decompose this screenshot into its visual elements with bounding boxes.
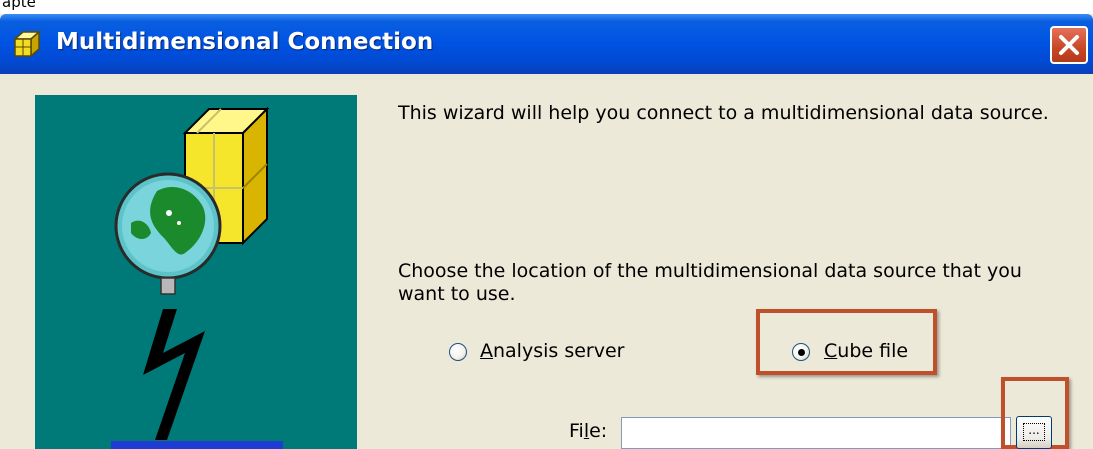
dialog-window: Multidimensional Connection This wizard … (0, 14, 1093, 449)
browse-button[interactable]: ... (1016, 416, 1052, 449)
choose-location-text-line2: want to use. (398, 283, 516, 305)
analysis-server-label[interactable]: Analysis server (480, 340, 624, 362)
ellipsis-icon: ... (1023, 423, 1045, 441)
choose-location-text-line1: Choose the location of the multidimensio… (398, 260, 1022, 282)
cube-file-radio[interactable] (792, 343, 810, 361)
close-button[interactable] (1050, 26, 1088, 64)
cube-file-label[interactable]: Cube file (824, 340, 908, 362)
radio-selected-dot (798, 349, 805, 356)
cube-icon (13, 30, 41, 58)
window-title: Multidimensional Connection (56, 29, 434, 55)
file-path-input[interactable] (621, 417, 1011, 449)
close-icon (1059, 35, 1079, 55)
analysis-server-radio[interactable] (449, 343, 467, 361)
title-bar[interactable]: Multidimensional Connection (0, 14, 1093, 74)
file-label: File: (569, 420, 608, 442)
top-strip: apte (0, 0, 1093, 14)
top-strip-text: apte (2, 0, 36, 11)
wizard-side-panel (35, 95, 357, 449)
cube-globe-lightning-illustration (111, 106, 283, 449)
intro-text: This wizard will help you connect to a m… (398, 102, 1049, 124)
